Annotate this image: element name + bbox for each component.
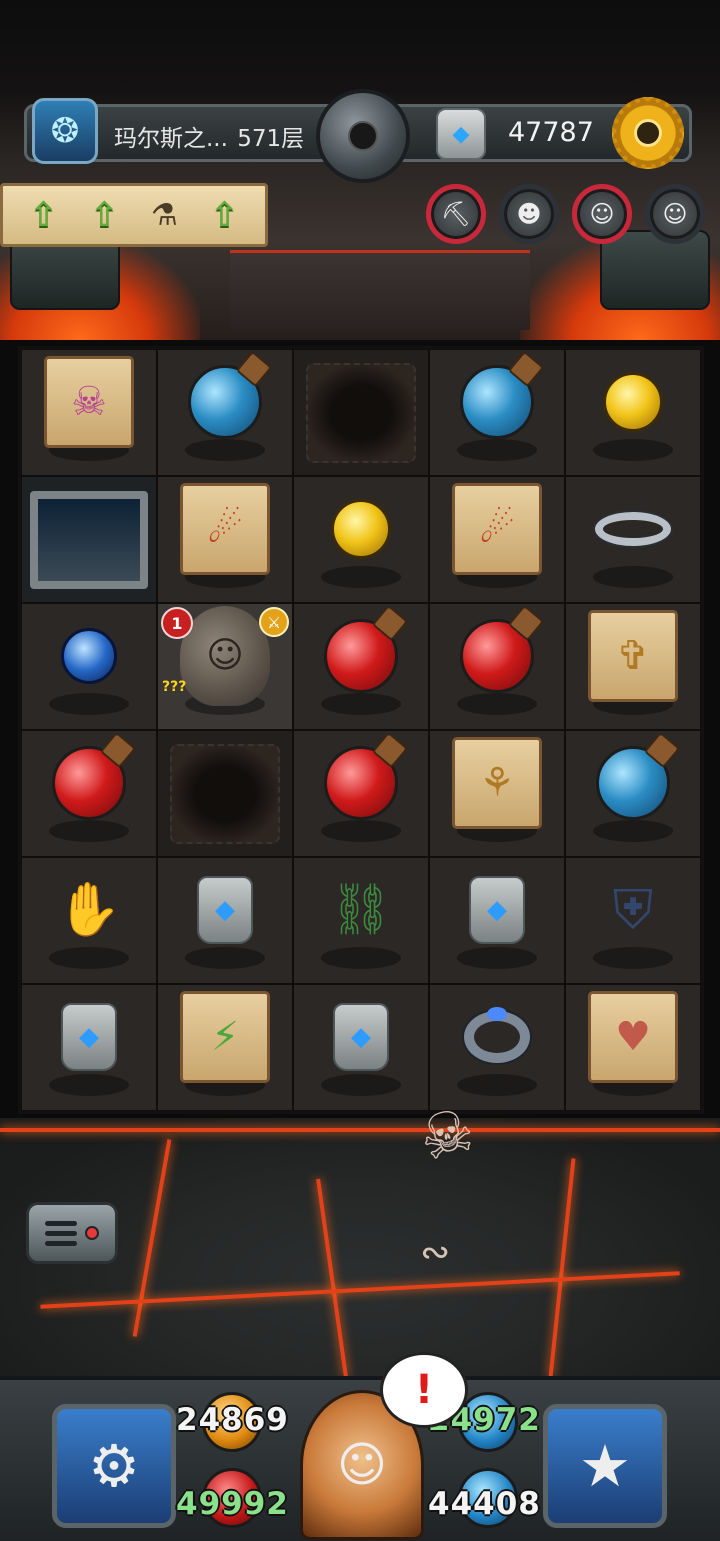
dungeon-grid: ☠ ☄ ☄ 1 ⚔ ☺ ??? ✞ ⚘ ✋ ◆ ⛓ ◆ ⛨ ◆ ⚡ ◆ ♥ — [18, 346, 704, 1114]
status-effects: ⛏ ☻ ☺ ☺ — [426, 184, 705, 244]
grid-cell[interactable] — [429, 603, 565, 730]
grid-cell[interactable]: ◆ — [429, 857, 565, 984]
grid-cell[interactable]: 1 ⚔ ☺ ??? — [157, 603, 293, 730]
stairs-down-icon — [30, 490, 148, 589]
grid-cell[interactable]: ⛨ — [565, 857, 701, 984]
monster-unknown-hint: ??? — [162, 679, 187, 695]
grid-cell[interactable] — [429, 349, 565, 476]
heart-scroll-icon: ♥ — [588, 990, 678, 1083]
grid-cell[interactable]: ✋ — [21, 857, 157, 984]
grid-cell[interactable] — [293, 603, 429, 730]
attack-value: 24869 — [176, 1402, 289, 1438]
grid-cell[interactable] — [21, 603, 157, 730]
mp-value: 44408 — [428, 1486, 541, 1522]
clay-golem-monster: ☺ — [180, 605, 270, 706]
rune-stone-icon: ◆ — [197, 875, 253, 944]
meteor-scroll-icon: ☄ — [452, 482, 542, 575]
grid-cell[interactable] — [293, 349, 429, 476]
grid-cell[interactable]: ⛓ — [293, 857, 429, 984]
settings-gear-button[interactable] — [612, 97, 684, 169]
grid-cell[interactable] — [21, 730, 157, 857]
grid-cell[interactable]: ◆ — [21, 984, 157, 1111]
lava-crack — [0, 1128, 720, 1132]
lava-crack — [132, 1139, 172, 1337]
grid-cell[interactable]: ⚡ — [157, 984, 293, 1111]
idol-icon: ⚗ — [150, 197, 178, 233]
grid-cell[interactable] — [565, 476, 701, 603]
lightning-scroll-icon: ⚡ — [180, 990, 270, 1083]
silver-ring-icon — [595, 511, 671, 546]
sword-badge-icon: ⚔ — [259, 607, 289, 637]
wings-scroll-icon: ⚘ — [452, 736, 542, 829]
gold-count: 47787 — [508, 117, 594, 148]
grid-cell[interactable] — [429, 984, 565, 1111]
rune-stone-currency-icon: ◆ — [436, 108, 486, 160]
floor-name: 玛尔斯之... — [114, 126, 228, 152]
rune-stone-icon: ◆ — [333, 1002, 389, 1071]
gauntlet-icon: ✋ — [56, 880, 122, 940]
blue-orb-icon — [61, 627, 117, 684]
blue-potion-icon — [596, 745, 670, 820]
grid-cell[interactable] — [293, 476, 429, 603]
bomb-skill-button[interactable] — [316, 89, 410, 183]
grid-cell[interactable]: ◆ — [157, 857, 293, 984]
lava-crack — [316, 1178, 348, 1378]
yellow-orb-icon — [603, 371, 663, 432]
status-icon-armor[interactable]: ⛏ — [426, 184, 486, 244]
monster-level-badge: 1 — [161, 607, 193, 639]
small-bones-icon: ∾ — [420, 1232, 451, 1273]
grid-cell[interactable]: ☠ — [21, 349, 157, 476]
spellbook-button[interactable]: ★ — [543, 1404, 667, 1528]
sword-scroll-icon: ✞ — [588, 609, 678, 702]
status-icon-goblin[interactable]: ☻ — [499, 184, 559, 244]
up-arrow-icon: ⇧ — [29, 195, 58, 235]
status-icon-warrior[interactable]: ☺ — [572, 184, 632, 244]
equipment-slot-button[interactable]: ⚙ — [52, 1404, 176, 1528]
grid-cell[interactable] — [293, 730, 429, 857]
grid-cell[interactable]: ♥ — [565, 984, 701, 1111]
red-potion-icon — [324, 745, 398, 820]
red-potion-icon — [324, 618, 398, 693]
jewel-ring-icon — [464, 1010, 530, 1063]
grid-cell[interactable]: ◆ — [293, 984, 429, 1111]
boots-icon: ⛓ — [329, 880, 393, 938]
doorway-floor — [230, 250, 530, 330]
menu-button[interactable] — [26, 1202, 118, 1264]
grid-cell[interactable]: ☄ — [157, 476, 293, 603]
armor-icon: ⛨ — [612, 877, 654, 941]
grid-cell[interactable]: ☄ — [429, 476, 565, 603]
blue-potion-icon — [188, 364, 262, 439]
meteor-scroll-icon: ☄ — [180, 482, 270, 575]
notification-dot — [85, 1226, 99, 1240]
up-arrow-icon: ⇧ — [90, 195, 119, 235]
floor-label: 玛尔斯之... 571层 — [112, 119, 304, 153]
rune-stone-icon: ◆ — [469, 875, 525, 944]
grid-cell[interactable] — [157, 349, 293, 476]
grid-cell[interactable]: ✞ — [565, 603, 701, 730]
alert-bubble[interactable]: ! — [380, 1352, 468, 1428]
rune-stone-icon: ◆ — [61, 1002, 117, 1071]
hp-value: 49992 — [176, 1486, 289, 1522]
grid-cell[interactable] — [21, 476, 157, 603]
skull-scroll-icon: ☠ — [44, 355, 134, 448]
pit-hole-icon — [306, 362, 416, 463]
bomb-icon — [348, 121, 378, 151]
floor-bonus-banner[interactable]: ⇧ ⇧ ⚗ ⇧ — [0, 183, 268, 247]
up-arrow-icon: ⇧ — [210, 195, 239, 235]
blue-potion-icon — [460, 364, 534, 439]
grid-cell[interactable] — [157, 730, 293, 857]
grid-cell[interactable] — [565, 349, 701, 476]
menu-lines-icon — [45, 1220, 77, 1246]
pit-hole-icon — [170, 743, 280, 844]
floor-level: 571层 — [237, 126, 305, 152]
red-potion-icon — [460, 618, 534, 693]
yellow-orb-icon — [331, 498, 391, 559]
lava-crack — [40, 1271, 680, 1309]
status-icon-mage[interactable]: ☺ — [645, 184, 705, 244]
grid-cell[interactable]: ⚘ — [429, 730, 565, 857]
lava-crack — [548, 1158, 576, 1378]
grid-cell[interactable] — [565, 730, 701, 857]
red-potion-icon — [52, 745, 126, 820]
portal-icon[interactable]: ❂ — [32, 98, 98, 164]
